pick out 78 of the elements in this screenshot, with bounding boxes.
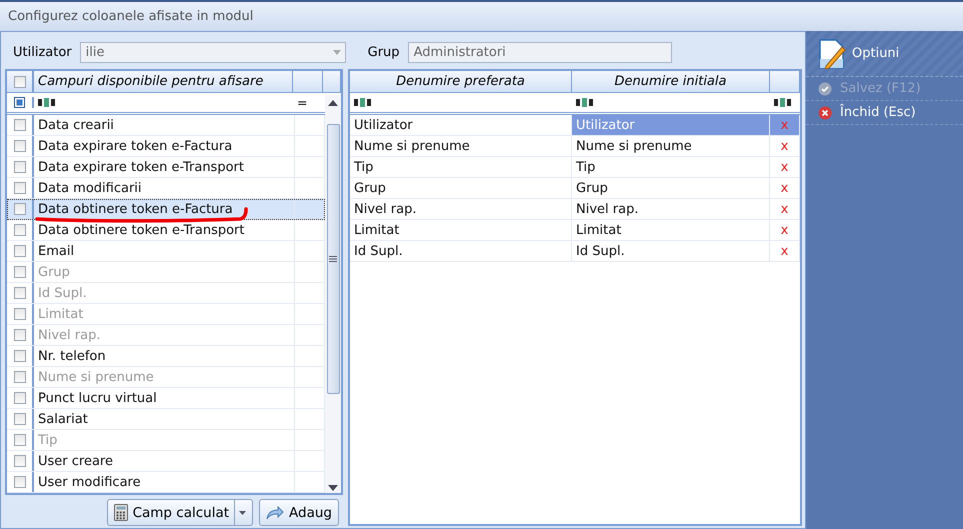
- column-header[interactable]: Denumire preferata: [350, 71, 572, 92]
- table-cell: Tip: [572, 157, 770, 177]
- row-checkbox[interactable]: [14, 455, 26, 467]
- field-label: Utilizator: [13, 45, 72, 60]
- window-title: Configurez coloanele afisate in modul: [8, 9, 254, 24]
- row-checkbox[interactable]: [14, 476, 26, 488]
- scroll-up-icon[interactable]: [328, 100, 338, 106]
- close-icon: [818, 106, 832, 120]
- filter-icon[interactable]: [38, 98, 55, 107]
- filter-icon[interactable]: [576, 98, 593, 107]
- panel-title: Optiuni: [852, 46, 900, 61]
- field-row[interactable]: Nr. telefon: [7, 346, 325, 367]
- remove-button[interactable]: x: [770, 241, 800, 261]
- table-cell: Utilizator: [572, 115, 770, 135]
- row-checkbox[interactable]: [14, 161, 26, 173]
- scroll-down-icon[interactable]: [328, 485, 338, 491]
- split-button[interactable]: Camp calculat: [106, 499, 254, 526]
- close-button[interactable]: Închid (Esc): [806, 101, 963, 125]
- filter-operator[interactable]: =: [297, 95, 308, 110]
- text-field[interactable]: Administratori: [408, 42, 672, 63]
- row-checkbox[interactable]: [14, 413, 26, 425]
- filter-icon[interactable]: [354, 98, 371, 107]
- table-cell: Id Supl.: [572, 241, 770, 261]
- filter-toggle-icon[interactable]: [14, 97, 25, 108]
- select-all-checkbox[interactable]: [14, 76, 26, 88]
- caret-icon: [239, 510, 246, 514]
- check-icon: [818, 82, 832, 96]
- table-cell: Nume si prenume: [572, 136, 770, 156]
- row-checkbox[interactable]: [14, 203, 26, 215]
- field-row[interactable]: Data modificarii: [7, 178, 325, 199]
- dropdown-field[interactable]: ilie: [80, 42, 346, 63]
- field-row[interactable]: Salariat: [7, 409, 325, 430]
- row-checkbox[interactable]: [14, 266, 26, 278]
- field-row[interactable]: Data obtinere token e-Transport: [7, 220, 325, 241]
- calculator-icon: [114, 504, 128, 521]
- field-row[interactable]: Data expirare token e-Transport: [7, 157, 325, 178]
- table-cell: Limitat: [572, 220, 770, 240]
- scrollbar[interactable]: [325, 95, 341, 493]
- remove-button[interactable]: x: [770, 220, 800, 240]
- field-row[interactable]: Data crearii: [7, 115, 325, 136]
- table-cell: Nume si prenume: [350, 136, 572, 156]
- table-cell: Nivel rap.: [572, 199, 770, 219]
- remove-button[interactable]: x: [770, 136, 800, 156]
- field-label: Grup: [368, 45, 400, 60]
- row-checkbox[interactable]: [14, 245, 26, 257]
- row-checkbox[interactable]: [14, 140, 26, 152]
- field-row[interactable]: Data expirare token e-Factura: [7, 136, 325, 157]
- table-cell: Grup: [350, 178, 572, 198]
- table-cell: Nivel rap.: [350, 199, 572, 219]
- table-cell: Limitat: [350, 220, 572, 240]
- row-checkbox[interactable]: [14, 329, 26, 341]
- remove-button[interactable]: x: [770, 178, 800, 198]
- row-checkbox[interactable]: [14, 308, 26, 320]
- field-row[interactable]: User creare: [7, 451, 325, 472]
- column-header[interactable]: Denumire initiala: [572, 71, 770, 92]
- row-checkbox[interactable]: [14, 434, 26, 446]
- table-cell: Grup: [572, 178, 770, 198]
- field-row[interactable]: Email: [7, 241, 325, 262]
- row-checkbox[interactable]: [14, 392, 26, 404]
- row-checkbox[interactable]: [14, 224, 26, 236]
- table-cell: Tip: [350, 157, 572, 177]
- remove-button[interactable]: x: [770, 199, 800, 219]
- edit-document-icon: [818, 38, 846, 68]
- forward-arrow-icon: [266, 506, 284, 520]
- row-checkbox[interactable]: [14, 119, 26, 131]
- filter-icon[interactable]: [774, 98, 791, 107]
- row-checkbox[interactable]: [14, 182, 26, 194]
- field-row[interactable]: Punct lucru virtual: [7, 388, 325, 409]
- row-checkbox[interactable]: [14, 350, 26, 362]
- table-cell: Id Supl.: [350, 241, 572, 261]
- row-checkbox[interactable]: [14, 287, 26, 299]
- caret-icon: [332, 50, 341, 55]
- remove-button[interactable]: x: [770, 157, 800, 177]
- field-row[interactable]: User modificare: [7, 472, 325, 493]
- grip-icon: [329, 256, 337, 262]
- field-row[interactable]: Data obtinere token e-Factura: [7, 199, 325, 220]
- row-checkbox[interactable]: [14, 371, 26, 383]
- add-button[interactable]: Adaug: [259, 499, 339, 526]
